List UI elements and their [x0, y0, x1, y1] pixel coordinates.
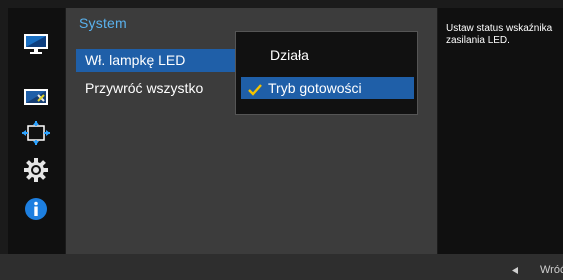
gear-icon[interactable]: [22, 158, 50, 182]
page-title: System: [79, 15, 127, 31]
size-position-icon[interactable]: [22, 121, 50, 145]
option-standby-label: Tryb gotowości: [268, 80, 362, 96]
option-standby[interactable]: Tryb gotowości: [241, 77, 414, 99]
help-panel: Ustaw status wskaźnika zasilania LED.: [438, 8, 563, 254]
checkmark-icon: [247, 81, 263, 96]
color-icon[interactable]: [22, 85, 50, 109]
back-arrow-icon[interactable]: [512, 267, 518, 274]
menu-item-power-led[interactable]: Wł. lampkę LED: [76, 49, 239, 72]
info-icon[interactable]: [22, 197, 50, 221]
option-working[interactable]: Działa: [241, 44, 414, 66]
sidebar: [8, 8, 65, 254]
led-submenu: Działa Tryb gotowości: [235, 31, 418, 115]
back-button[interactable]: Wróć: [540, 264, 563, 276]
help-text: Ustaw status wskaźnika zasilania LED.: [446, 23, 553, 46]
menu-item-reset-all[interactable]: Przywróć wszystko: [76, 77, 239, 100]
footer-bar: Wróć: [0, 254, 563, 280]
picture-icon[interactable]: [22, 32, 50, 56]
